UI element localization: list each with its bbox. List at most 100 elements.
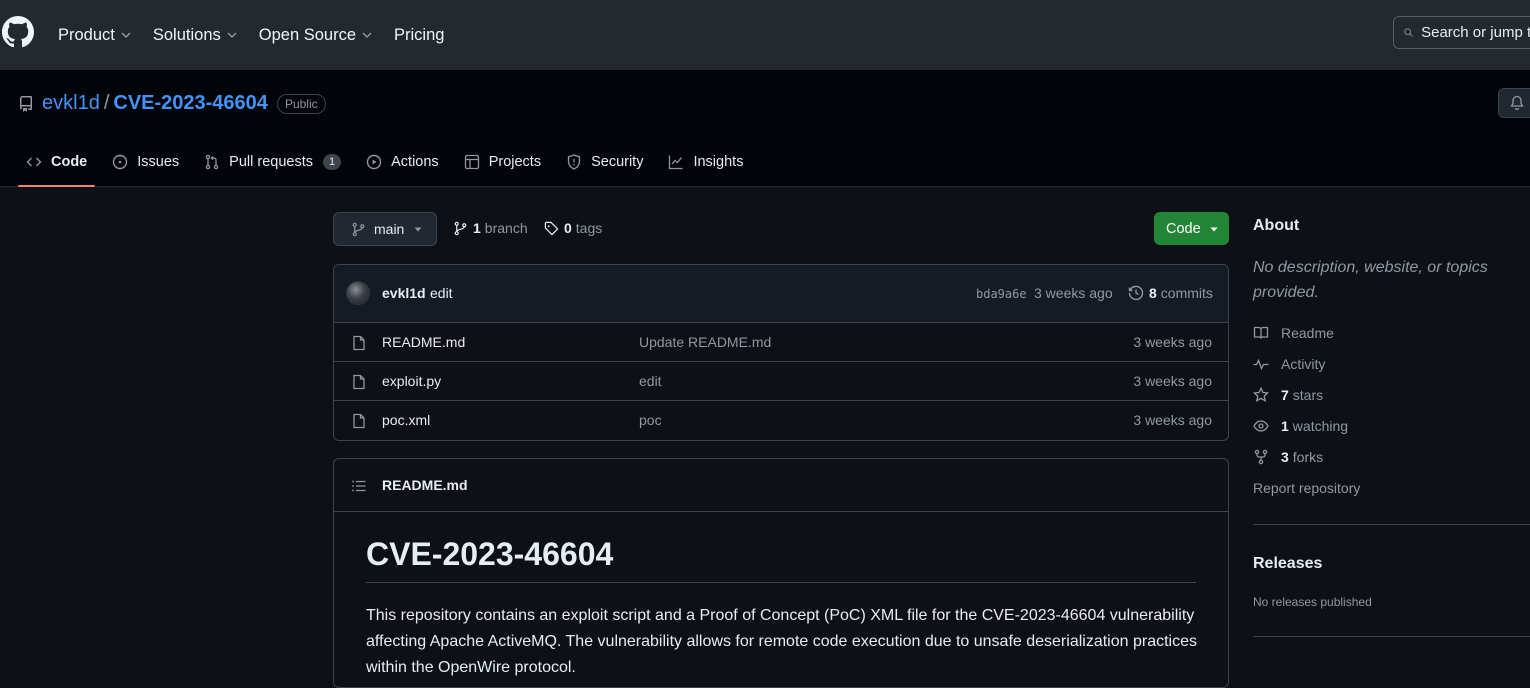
commit-sha-link[interactable]: bda9a6e (976, 287, 1027, 301)
tab-code[interactable]: Code (18, 138, 96, 187)
activity-link-label: Activity (1281, 356, 1326, 372)
code-button[interactable]: Code (1154, 212, 1229, 245)
pulse-icon (1253, 358, 1269, 371)
tab-actions[interactable]: Actions (358, 138, 447, 186)
file-commit-message-link[interactable]: edit (639, 373, 662, 389)
file-commit-time: 3 weeks ago (1133, 373, 1212, 389)
repo-tabs: Code Issues Pull requests 1 Actions Proj… (18, 138, 760, 187)
releases-empty-text: No releases published (1253, 595, 1372, 609)
forks-link[interactable]: 3 forks (1253, 449, 1323, 465)
global-header: Product Solutions Open Source Pricing Se… (0, 0, 1530, 70)
file-commit-message-link[interactable]: poc (639, 412, 662, 428)
activity-link[interactable]: Activity (1253, 356, 1325, 372)
chevron-down-icon (362, 32, 372, 38)
caret-down-icon (1210, 227, 1218, 231)
watchers-link[interactable]: 1 watching (1253, 418, 1348, 434)
tab-projects[interactable]: Projects (456, 138, 549, 186)
github-logo-icon[interactable] (2, 16, 34, 48)
code-button-label: Code (1166, 220, 1201, 237)
repo-sidebar: About No description, website, or topics… (1253, 187, 1530, 666)
bell-icon (1510, 95, 1524, 111)
file-commit-time: 3 weeks ago (1133, 412, 1212, 428)
search-input[interactable]: Search or jump to... (1393, 16, 1530, 49)
file-icon (353, 413, 365, 429)
pull-request-icon (205, 154, 219, 170)
repo-header: evkl1d / CVE-2023-46604 Public Code Issu… (0, 70, 1530, 187)
stars-link[interactable]: 7 stars (1253, 387, 1323, 403)
repo-owner-link[interactable]: evkl1d (42, 92, 100, 115)
main-content: main 1 branch 0 tags Code evkl1d edit bd… (333, 187, 1229, 688)
nav-open-source[interactable]: Open Source (259, 26, 373, 45)
tab-code-label: Code (51, 154, 88, 170)
commit-author-link[interactable]: evkl1d (382, 285, 426, 301)
code-icon (26, 157, 42, 167)
commit-message-link[interactable]: edit (430, 285, 453, 301)
tab-security[interactable]: Security (558, 138, 651, 186)
repo-icon (19, 95, 32, 112)
branch-icon (454, 221, 467, 235)
tab-insights-label: Insights (693, 154, 744, 170)
readme-panel: README.md CVE-2023-46604 This repository… (333, 458, 1229, 688)
readme-filename: README.md (382, 477, 468, 493)
readme-body: CVE-2023-46604 This repository contains … (334, 512, 1228, 687)
repo-title: evkl1d / CVE-2023-46604 Public (18, 92, 326, 115)
nav-product-label: Product (58, 25, 115, 44)
tag-count: 0 (564, 220, 572, 236)
nav-pricing[interactable]: Pricing (394, 26, 444, 45)
play-icon (366, 154, 382, 170)
search-icon (1404, 28, 1413, 37)
commit-count: 8 (1149, 285, 1157, 301)
repo-name-link[interactable]: CVE-2023-46604 (113, 92, 268, 115)
file-row[interactable]: README.md Update README.md 3 weeks ago (334, 323, 1228, 362)
search-placeholder: Search or jump to... (1421, 24, 1530, 41)
tab-insights[interactable]: Insights (660, 138, 751, 186)
branch-name: main (374, 221, 405, 237)
graph-icon (669, 155, 683, 170)
notifications-button[interactable] (1498, 88, 1530, 118)
issue-icon (113, 154, 128, 170)
pull-request-count-badge: 1 (323, 154, 342, 170)
eye-icon (1253, 420, 1269, 432)
nav-open-source-label: Open Source (258, 25, 356, 44)
branches-link[interactable]: 1 branch (453, 220, 528, 236)
list-icon[interactable] (351, 478, 367, 494)
branch-count-label: branch (484, 220, 528, 236)
file-row[interactable]: poc.xml poc 3 weeks ago (334, 401, 1228, 440)
file-icon (353, 374, 365, 390)
watching-count: 1 (1281, 418, 1289, 434)
nav-solutions[interactable]: Solutions (153, 26, 238, 45)
file-browser: evkl1d edit bda9a6e 3 weeks ago 8 commit… (333, 264, 1229, 441)
sidebar-divider (1253, 636, 1530, 637)
tag-count-label: tags (575, 220, 603, 236)
file-name-link[interactable]: exploit.py (382, 373, 441, 389)
file-commit-message-link[interactable]: Update README.md (639, 334, 771, 350)
tab-pull-requests[interactable]: Pull requests 1 (196, 138, 349, 186)
watching-label: watching (1292, 418, 1349, 434)
stars-count: 7 (1281, 387, 1289, 403)
file-row[interactable]: exploit.py edit 3 weeks ago (334, 362, 1228, 401)
branch-select-button[interactable]: main (333, 212, 437, 246)
tab-issues[interactable]: Issues (104, 138, 187, 186)
report-repository-link[interactable]: Report repository (1253, 480, 1360, 496)
readme-paragraph: This repository contains an exploit scri… (366, 607, 1197, 676)
fork-icon (1254, 449, 1268, 465)
readme-link[interactable]: Readme (1253, 325, 1334, 341)
file-name-link[interactable]: poc.xml (382, 412, 430, 428)
tab-pull-requests-label: Pull requests (229, 154, 313, 170)
forks-label: forks (1292, 449, 1324, 465)
releases-title[interactable]: Releases (1253, 555, 1322, 573)
tab-projects-label: Projects (488, 154, 542, 170)
latest-commit: evkl1d edit bda9a6e 3 weeks ago 8 commit… (334, 265, 1228, 323)
tab-security-label: Security (591, 154, 644, 170)
commits-link[interactable]: 8 commits (1128, 285, 1213, 301)
file-name-link[interactable]: README.md (382, 334, 465, 350)
repo-separator: / (103, 92, 110, 114)
stars-label: stars (1292, 387, 1324, 403)
shield-icon (567, 154, 581, 170)
nav-product[interactable]: Product (58, 26, 132, 45)
tags-link[interactable]: 0 tags (544, 220, 602, 236)
about-title: About (1253, 217, 1300, 234)
commit-count-label: commits (1160, 285, 1213, 301)
avatar[interactable] (346, 281, 370, 305)
file-commit-time: 3 weeks ago (1133, 334, 1212, 350)
